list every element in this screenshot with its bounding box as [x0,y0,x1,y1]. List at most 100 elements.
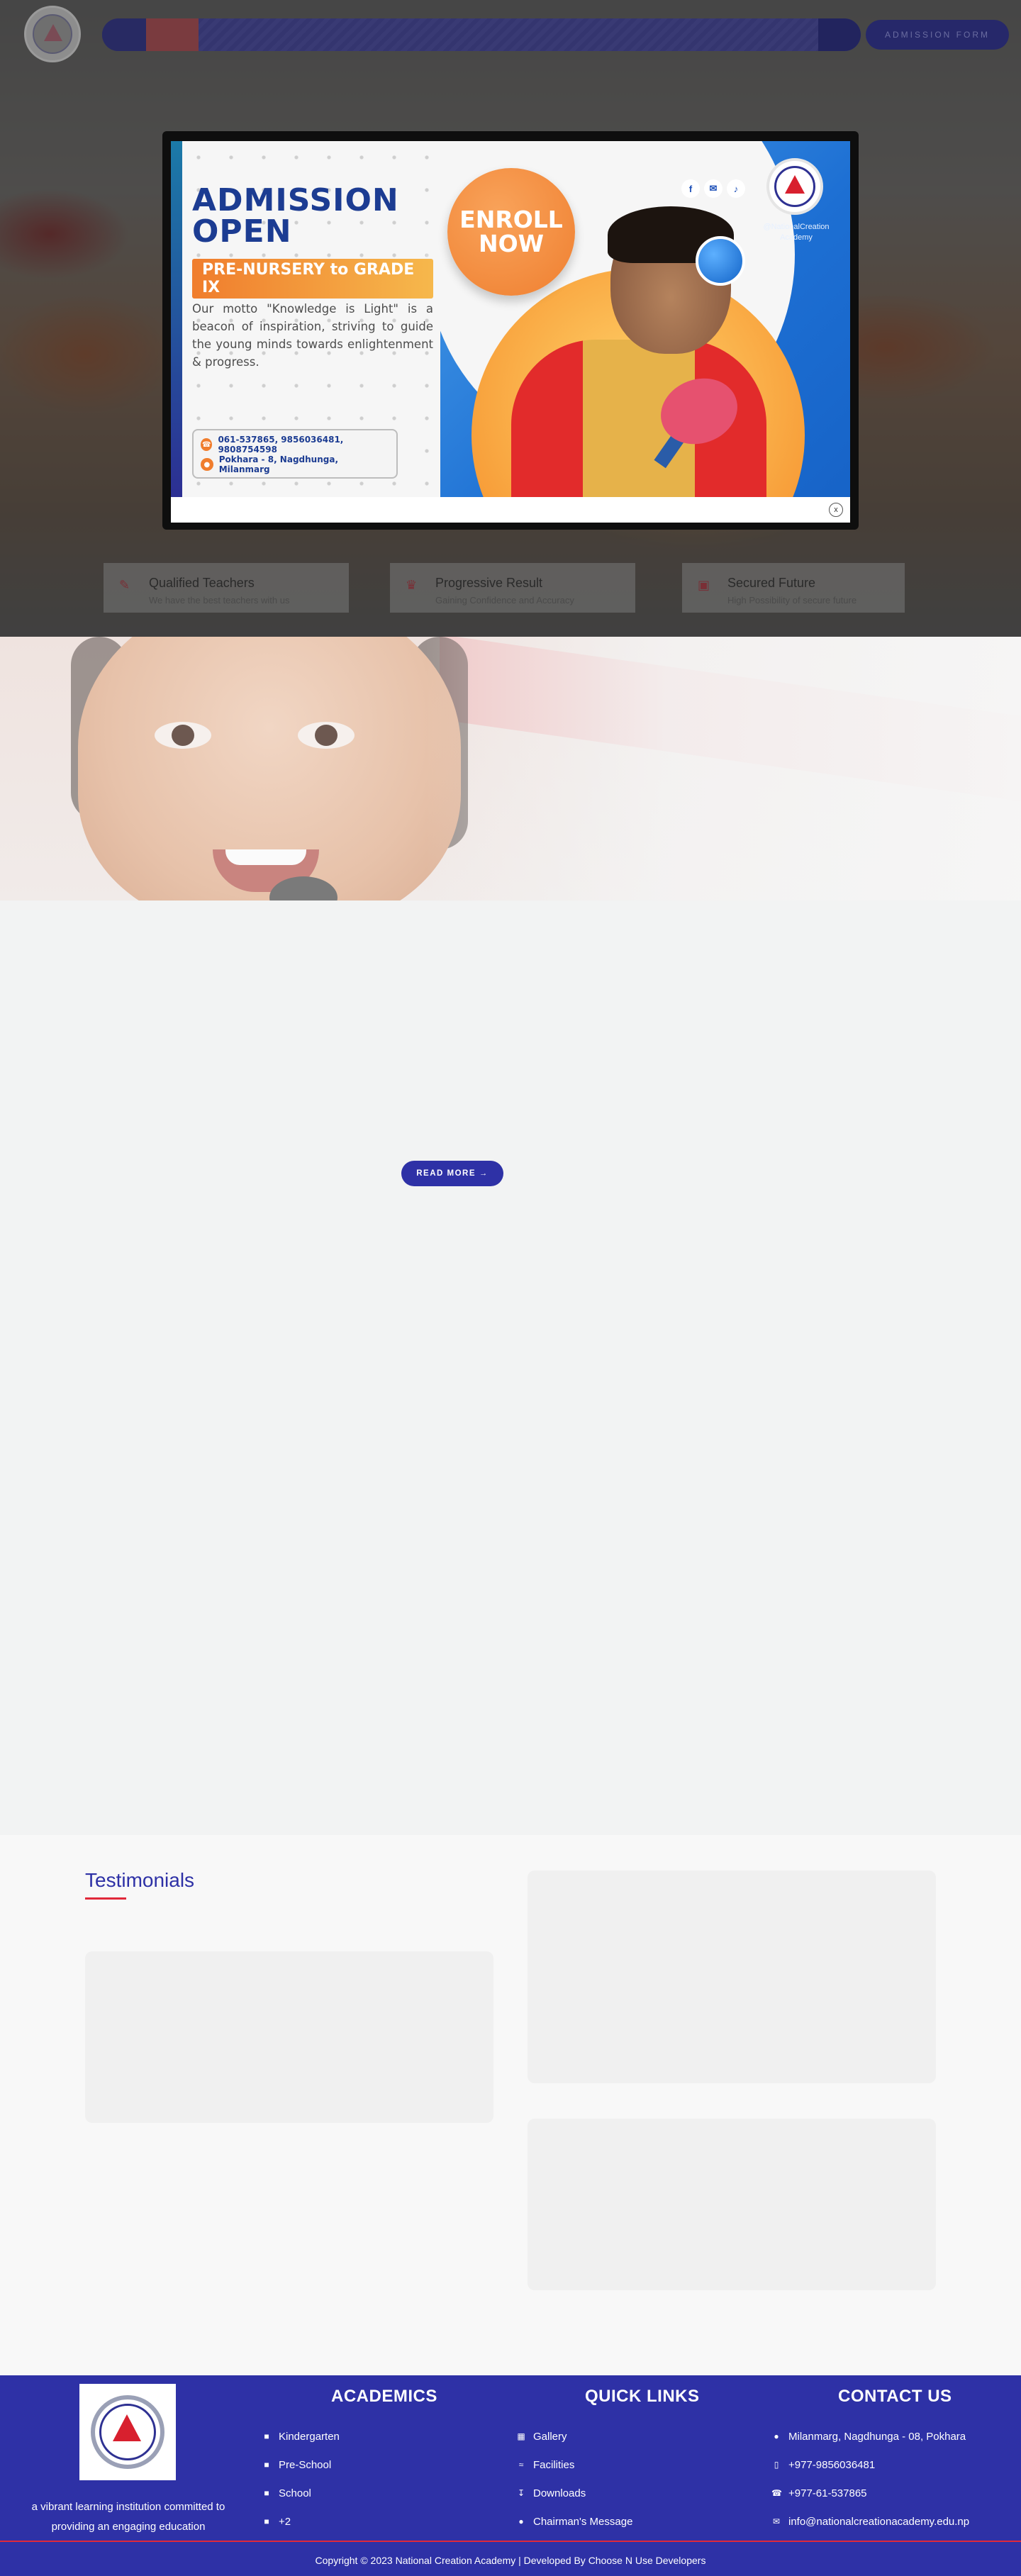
eye-left [155,722,211,749]
feature-card: ✎ Qualified Teachers We have the best te… [104,563,349,613]
academics-item[interactable]: ■ +2 [262,2507,340,2536]
quick-link[interactable]: ≈ Facilities [516,2450,632,2479]
feature-title: Qualified Teachers [149,576,255,590]
quick-link[interactable]: ▦ Gallery [516,2422,632,2450]
academics-label: School [279,2487,311,2499]
testimonial-card [85,1951,493,2123]
school-emblem-icon [774,166,815,207]
nav-menu-items[interactable] [199,18,818,51]
location-pin-icon: ● [201,458,213,471]
teacher-icon: ✎ [119,578,130,593]
modal-footer: x [171,497,850,523]
academics-item[interactable]: ■ Kindergarten [262,2422,340,2450]
admission-popup-modal: ADMISSION OPEN PRE-NURSERY to GRADE IX O… [162,131,859,530]
testimonial-card [528,1870,936,2083]
contact-mobile: +977-9856036481 [788,2458,876,2471]
quick-link-label: Facilities [533,2458,575,2471]
banner-address: Pokhara - 8, Nagdhunga, Milanmarg [218,455,338,474]
logo-emblem-icon [33,14,72,54]
mobile-icon: ▯ [774,2460,779,2470]
banner-side-strip [171,141,182,497]
feature-title: Secured Future [727,576,816,590]
academics-list: ■ Kindergarten ■ Pre-School ■ School ■ +2 [262,2422,340,2536]
academics-label: Kindergarten [279,2430,340,2443]
tiktok-icon: ♪ [727,179,745,198]
testimonial-card [528,2119,936,2290]
main-navbar [102,18,861,51]
academics-item[interactable]: ■ Pre-School [262,2450,340,2479]
testimonials-title: Testimonials [85,1869,195,1891]
footer-description: a vibrant learning institution committed… [31,2501,225,2533]
school-icon: ■ [264,2460,269,2470]
quick-links-heading: QUICK LINKS [585,2387,700,2406]
admission-title: ADMISSION OPEN [192,185,399,247]
copyright-text: Copyright © 2023 National Creation Acade… [315,2555,706,2566]
school-icon: ■ [264,2516,269,2526]
footer-logo-ring [91,2395,164,2469]
quick-link[interactable]: ↧ Downloads [516,2479,632,2507]
footer-logo[interactable] [79,2384,176,2480]
wifi-icon: ≈ [518,2460,524,2470]
title-underline [85,1897,126,1900]
features-strip: ✎ Qualified Teachers We have the best te… [104,563,905,613]
contact-item: ● Milanmarg, Nagdhunga - 08, Pokhara [771,2422,969,2450]
email-icon: ✉ [772,2516,781,2526]
banner-phones: 061-537865, 9856036481, 9808754598 [218,435,344,455]
nav-home-item[interactable] [102,18,146,51]
contact-item[interactable]: ▯ +977-9856036481 [771,2450,969,2479]
enroll-line-1: ENROLL [459,206,563,233]
contact-email: info@nationalcreationacademy.edu.np [788,2515,970,2528]
feature-desc: Gaining Confidence and Accuracy [435,595,574,606]
close-icon[interactable]: x [829,503,843,517]
nav-search-item[interactable] [818,18,861,51]
email-icon: ✉ [704,179,722,198]
banner-social-icons: f ✉ ♪ [681,179,745,198]
feature-desc: High Possibility of secure future [727,595,857,606]
contact-list: ● Milanmarg, Nagdhunga - 08, Pokhara ▯ +97… [771,2422,969,2536]
gallery-icon: ▦ [517,2431,525,2441]
site-footer: a vibrant learning institution committed… [0,2375,1021,2576]
academics-label: Pre-School [279,2458,332,2471]
quick-links-list: ▦ Gallery ≈ Facilities ↧ Downloads ● Chairma… [516,2422,632,2536]
about-section: READ MORE → [0,901,1021,1835]
feature-card: ♛ Progressive Result Gaining Confidence … [390,563,635,613]
school-icon: ■ [264,2431,269,2441]
site-logo[interactable] [24,6,81,62]
quick-link-label: Chairman's Message [533,2515,633,2528]
admission-banner[interactable]: ADMISSION OPEN PRE-NURSERY to GRADE IX O… [171,141,850,497]
banner-contact-box: ☎ 061-537865, 9856036481, 9808754598 ● P… [192,429,398,479]
read-more-button[interactable]: READ MORE → [401,1161,503,1186]
location-pin-icon: ● [774,2431,779,2441]
banner-school-logo [766,158,823,215]
grade-range-tag: PRE-NURSERY to GRADE IX [192,259,433,299]
quick-link[interactable]: ● Chairman's Message [516,2507,632,2536]
feature-desc: We have the best teachers with us [149,595,290,606]
feature-card: ▣ Secured Future High Possibility of sec… [682,563,905,613]
academics-label: +2 [279,2515,291,2528]
admission-form-button[interactable]: ADMISSION FORM [866,20,1009,50]
blue-ball-decoration [696,236,745,286]
title-line-2: OPEN [192,213,292,250]
facebook-icon: f [681,179,700,198]
enroll-line-2: NOW [478,230,545,257]
phone-icon: ☎ [201,438,213,451]
contact-phone: +977-61-537865 [788,2487,867,2499]
contact-item[interactable]: ✉ info@nationalcreationacademy.edu.np [771,2507,969,2536]
banner-address-row: ● Pokhara - 8, Nagdhunga, Milanmarg [201,455,389,474]
eye-right [298,722,355,749]
school-emblem-icon [99,2404,156,2460]
banner-phone-row: ☎ 061-537865, 9856036481, 9808754598 [201,435,389,455]
feature-title: Progressive Result [435,576,543,590]
contact-item[interactable]: ☎ +977-61-537865 [771,2479,969,2507]
user-icon: ● [518,2516,524,2526]
academics-item[interactable]: ■ School [262,2479,340,2507]
contact-heading: CONTACT US [838,2387,952,2406]
quick-link-label: Downloads [533,2487,586,2499]
photo-fade-overlay [425,637,1021,901]
nav-active-item[interactable] [146,18,199,51]
testimonials-section: Testimonials [0,1835,1021,2375]
quick-link-label: Gallery [533,2430,567,2443]
motto-text: Our motto "Knowledge is Light" is a beac… [192,302,433,369]
school-icon: ■ [264,2488,269,2498]
trophy-icon: ♛ [406,578,418,593]
